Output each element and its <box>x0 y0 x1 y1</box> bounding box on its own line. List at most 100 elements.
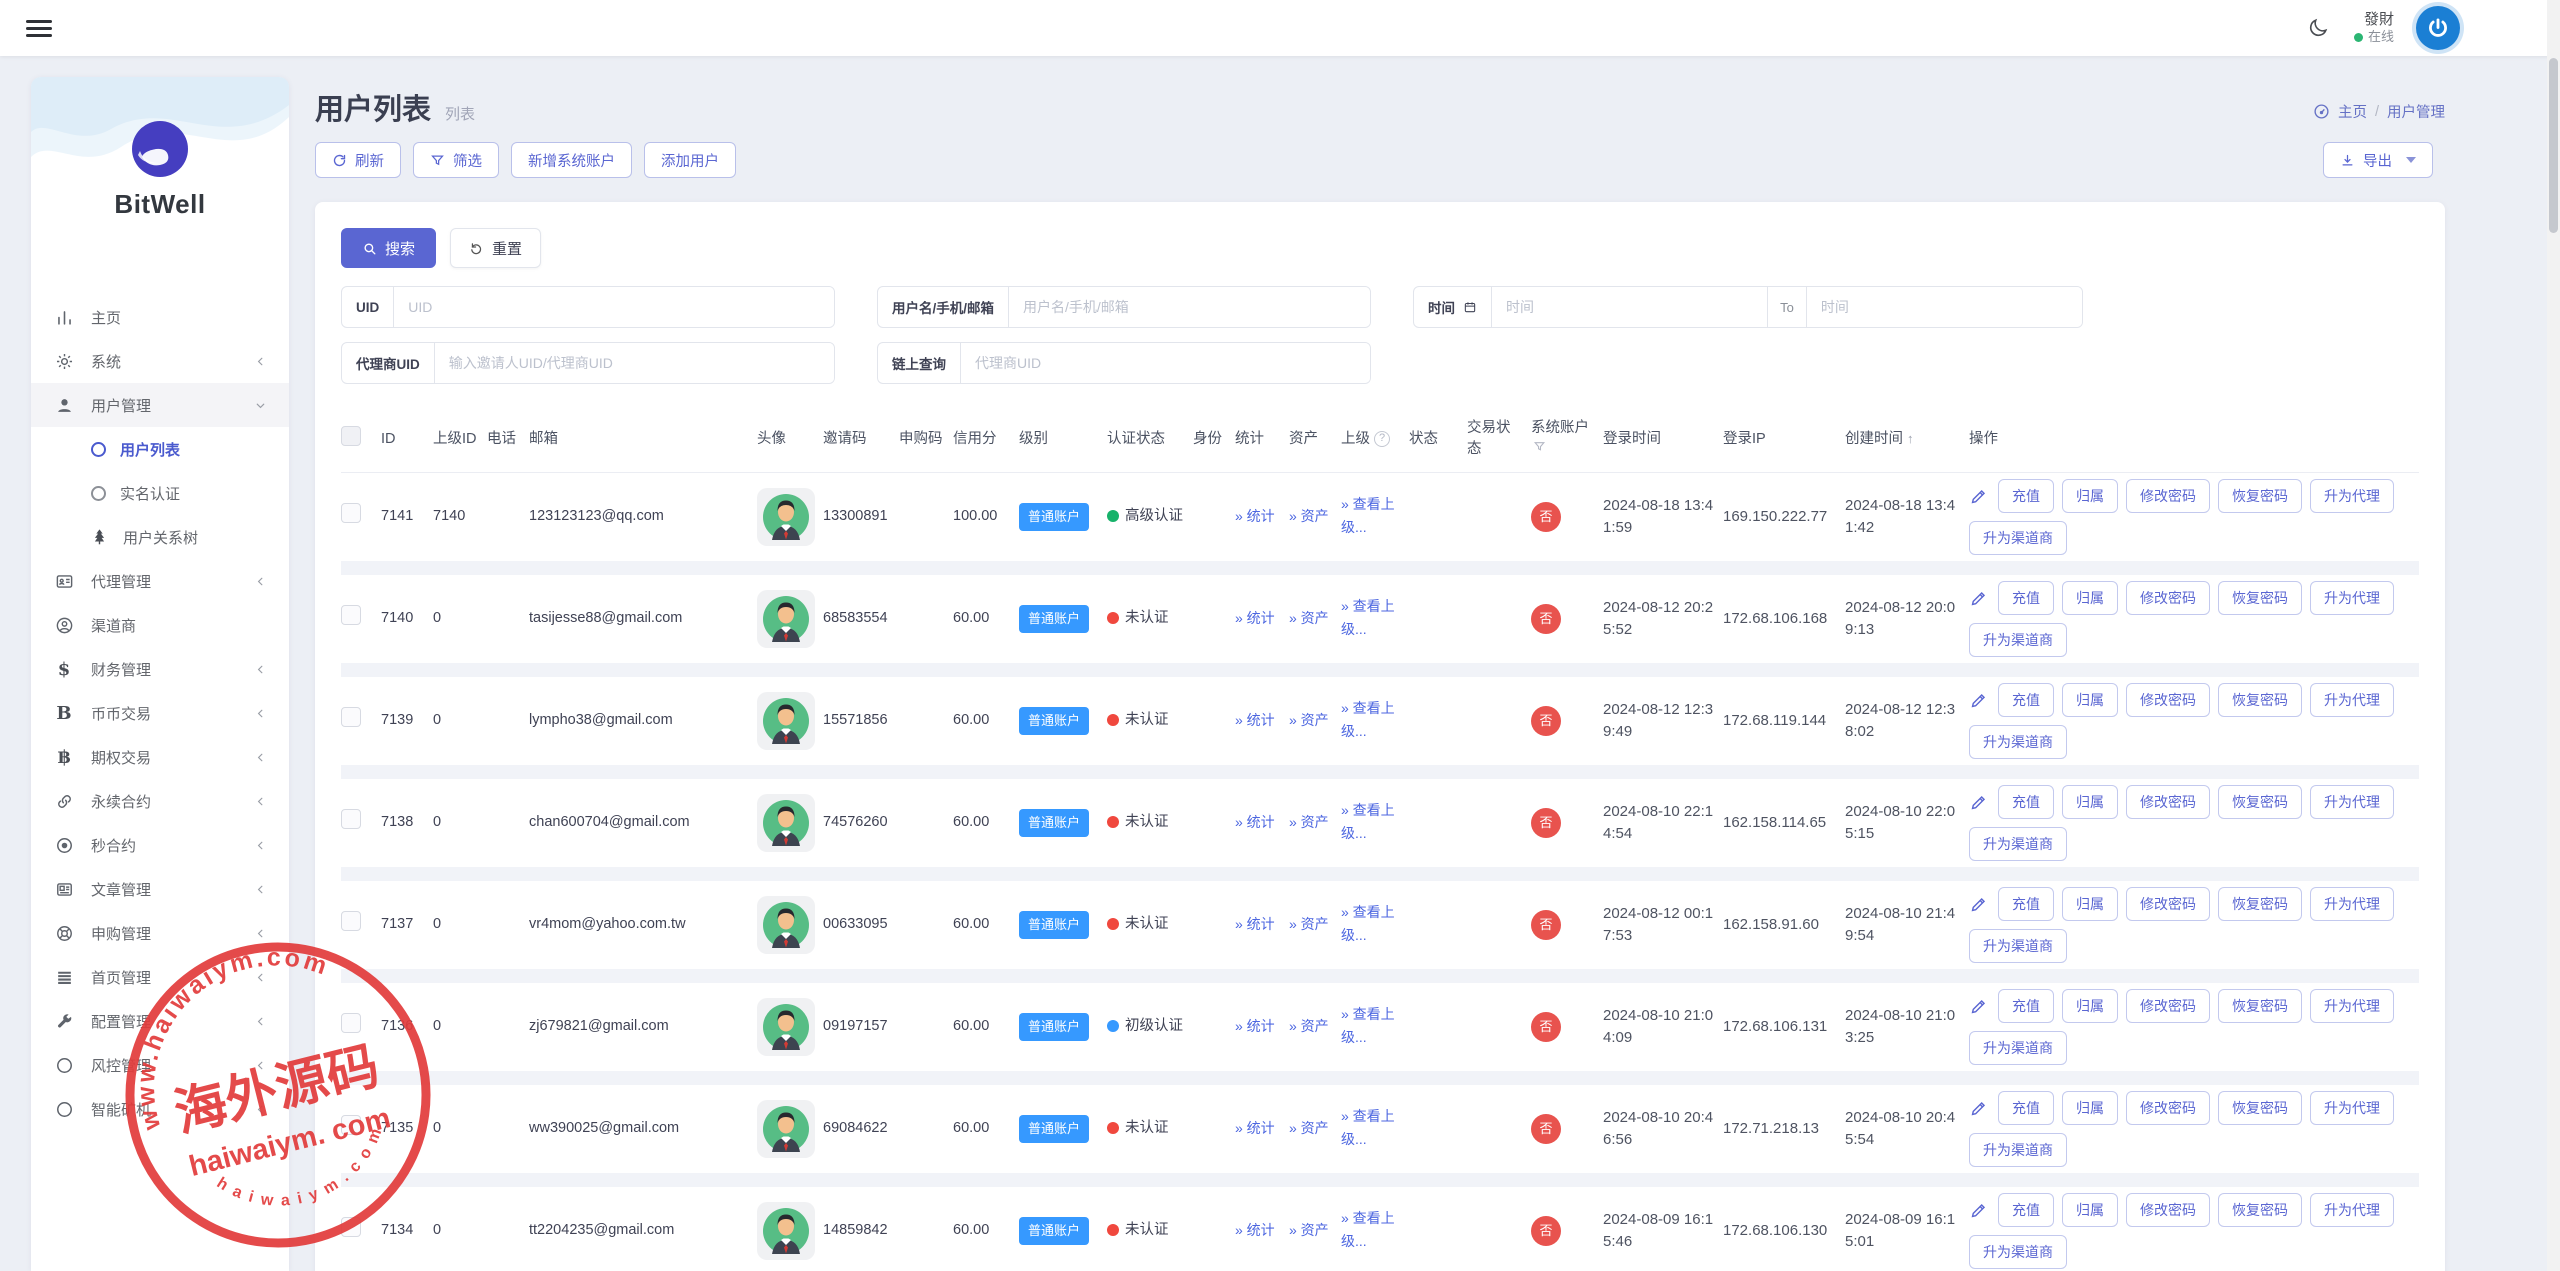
avatar[interactable] <box>757 998 815 1056</box>
change-password-button[interactable]: 修改密码 <box>2126 1091 2210 1125</box>
logout-power-button[interactable] <box>2416 6 2460 50</box>
change-password-button[interactable]: 修改密码 <box>2126 785 2210 819</box>
assets-link[interactable]: » 资产 <box>1289 814 1329 830</box>
assets-link[interactable]: » 资产 <box>1289 1120 1329 1136</box>
avatar[interactable] <box>757 896 815 954</box>
dark-mode-moon-icon[interactable] <box>2304 14 2332 42</box>
attribution-button[interactable]: 归属 <box>2062 1193 2118 1227</box>
sidebar-item-system[interactable]: 系统 <box>31 339 289 383</box>
sidebar-subitem-user-list[interactable]: 用户列表 <box>31 427 289 471</box>
sort-ascending-icon[interactable]: ↑ <box>1907 431 1914 446</box>
recover-password-button[interactable]: 恢复密码 <box>2218 683 2302 717</box>
recover-password-button[interactable]: 恢复密码 <box>2218 1091 2302 1125</box>
recharge-button[interactable]: 充值 <box>1998 479 2054 513</box>
help-circle-icon[interactable]: ? <box>1374 431 1390 447</box>
page-scrollbar[interactable] <box>2547 0 2560 1271</box>
avatar[interactable] <box>757 1100 815 1158</box>
change-password-button[interactable]: 修改密码 <box>2126 887 2210 921</box>
sidebar-item-risk-management[interactable]: 风控管理 <box>31 1043 289 1087</box>
recover-password-button[interactable]: 恢复密码 <box>2218 479 2302 513</box>
promote-to-agent-button[interactable]: 升为代理 <box>2310 683 2394 717</box>
sidebar-item-finance-management[interactable]: $ 财务管理 <box>31 647 289 691</box>
attribution-button[interactable]: 归属 <box>2062 887 2118 921</box>
attribution-button[interactable]: 归属 <box>2062 683 2118 717</box>
agent-uid-input[interactable] <box>435 343 834 383</box>
reset-button[interactable]: 重置 <box>450 228 541 268</box>
select-all-checkbox[interactable] <box>341 426 361 446</box>
stats-link[interactable]: » 统计 <box>1235 1018 1275 1034</box>
row-checkbox[interactable] <box>341 1013 361 1033</box>
promote-to-agent-button[interactable]: 升为代理 <box>2310 581 2394 615</box>
recharge-button[interactable]: 充值 <box>1998 785 2054 819</box>
hamburger-menu-icon[interactable] <box>26 16 52 41</box>
edit-pencil-icon[interactable] <box>1969 895 1988 914</box>
sidebar-subitem-real-name-auth[interactable]: 实名认证 <box>31 471 289 515</box>
promote-to-channel-button[interactable]: 升为渠道商 <box>1969 1031 2067 1065</box>
promote-to-channel-button[interactable]: 升为渠道商 <box>1969 1235 2067 1269</box>
change-password-button[interactable]: 修改密码 <box>2126 683 2210 717</box>
recover-password-button[interactable]: 恢复密码 <box>2218 887 2302 921</box>
stats-link[interactable]: » 统计 <box>1235 508 1275 524</box>
avatar[interactable] <box>757 1202 815 1260</box>
avatar[interactable] <box>757 488 815 546</box>
promote-to-channel-button[interactable]: 升为渠道商 <box>1969 521 2067 555</box>
view-parent-link[interactable]: » 查看上级... <box>1341 802 1395 841</box>
row-checkbox[interactable] <box>341 503 361 523</box>
assets-link[interactable]: » 资产 <box>1289 712 1329 728</box>
assets-link[interactable]: » 资产 <box>1289 610 1329 626</box>
sidebar-item-channel-merchant[interactable]: 渠道商 <box>31 603 289 647</box>
recharge-button[interactable]: 充值 <box>1998 581 2054 615</box>
time-from-input[interactable] <box>1492 287 1767 327</box>
chain-query-input[interactable] <box>961 343 1370 383</box>
filter-button[interactable]: 筛选 <box>413 142 499 178</box>
stats-link[interactable]: » 统计 <box>1235 916 1275 932</box>
sidebar-item-home[interactable]: 主页 <box>31 295 289 339</box>
view-parent-link[interactable]: » 查看上级... <box>1341 1210 1395 1249</box>
view-parent-link[interactable]: » 查看上级... <box>1341 496 1395 535</box>
promote-to-agent-button[interactable]: 升为代理 <box>2310 989 2394 1023</box>
breadcrumb-home[interactable]: 主页 <box>2338 101 2367 122</box>
promote-to-channel-button[interactable]: 升为渠道商 <box>1969 827 2067 861</box>
sidebar-item-perpetual-contract[interactable]: 永续合约 <box>31 779 289 823</box>
row-checkbox[interactable] <box>341 605 361 625</box>
row-checkbox[interactable] <box>341 809 361 829</box>
edit-pencil-icon[interactable] <box>1969 691 1988 710</box>
row-checkbox[interactable] <box>341 911 361 931</box>
refresh-button[interactable]: 刷新 <box>315 142 401 178</box>
assets-link[interactable]: » 资产 <box>1289 1018 1329 1034</box>
stats-link[interactable]: » 统计 <box>1235 610 1275 626</box>
edit-pencil-icon[interactable] <box>1969 487 1988 506</box>
edit-pencil-icon[interactable] <box>1969 1099 1988 1118</box>
change-password-button[interactable]: 修改密码 <box>2126 479 2210 513</box>
promote-to-channel-button[interactable]: 升为渠道商 <box>1969 929 2067 963</box>
col-created-time[interactable]: 创建时间 ↑ <box>1845 429 1969 450</box>
export-button[interactable]: 导出 <box>2323 142 2433 178</box>
assets-link[interactable]: » 资产 <box>1289 916 1329 932</box>
avatar[interactable] <box>757 692 815 750</box>
time-to-input[interactable] <box>1807 287 2082 327</box>
sidebar-subitem-user-relation-tree[interactable]: 用户关系树 <box>31 515 289 559</box>
edit-pencil-icon[interactable] <box>1969 793 1988 812</box>
avatar[interactable] <box>757 794 815 852</box>
row-checkbox[interactable] <box>341 1115 361 1135</box>
stats-link[interactable]: » 统计 <box>1235 712 1275 728</box>
promote-to-agent-button[interactable]: 升为代理 <box>2310 1193 2394 1227</box>
attribution-button[interactable]: 归属 <box>2062 581 2118 615</box>
attribution-button[interactable]: 归属 <box>2062 479 2118 513</box>
stats-link[interactable]: » 统计 <box>1235 1120 1275 1136</box>
attribution-button[interactable]: 归属 <box>2062 785 2118 819</box>
column-filter-funnel-icon[interactable] <box>1533 440 1546 453</box>
recover-password-button[interactable]: 恢复密码 <box>2218 785 2302 819</box>
sidebar-item-agent-management[interactable]: 代理管理 <box>31 559 289 603</box>
view-parent-link[interactable]: » 查看上级... <box>1341 700 1395 739</box>
promote-to-channel-button[interactable]: 升为渠道商 <box>1969 725 2067 759</box>
recharge-button[interactable]: 充值 <box>1998 989 2054 1023</box>
promote-to-channel-button[interactable]: 升为渠道商 <box>1969 623 2067 657</box>
sidebar-item-homepage-management[interactable]: 首页管理 <box>31 955 289 999</box>
edit-pencil-icon[interactable] <box>1969 1201 1988 1220</box>
recharge-button[interactable]: 充值 <box>1998 887 2054 921</box>
edit-pencil-icon[interactable] <box>1969 997 1988 1016</box>
recharge-button[interactable]: 充值 <box>1998 683 2054 717</box>
change-password-button[interactable]: 修改密码 <box>2126 581 2210 615</box>
sidebar-item-second-contract[interactable]: 秒合约 <box>31 823 289 867</box>
